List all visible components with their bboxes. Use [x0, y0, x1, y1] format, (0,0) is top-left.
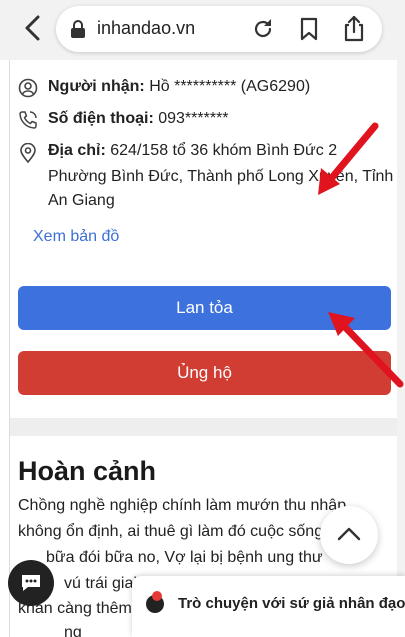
- address-text: Địa chỉ: 624/158 tổ 36 khóm Bình Đức 2: [48, 142, 337, 160]
- reload-icon[interactable]: [252, 18, 274, 40]
- address-bar[interactable]: inhandao.vn: [56, 6, 382, 52]
- lock-icon: [71, 20, 85, 38]
- person-icon: [18, 78, 38, 98]
- url-text: inhandao.vn: [97, 18, 196, 38]
- address-label: Địa chỉ:: [48, 142, 106, 159]
- page-right-edge: [397, 60, 405, 637]
- phone-icon: [19, 111, 37, 129]
- location-pin-icon: [20, 143, 36, 163]
- recipient-text: Người nhận: Hồ ********** (AG6290): [48, 78, 310, 96]
- story-line-3: bữa đói bữa no, Vợ lại bị bệnh ung thư: [46, 549, 323, 566]
- story-line-6: ng: [64, 624, 82, 637]
- bookmark-icon[interactable]: [300, 17, 318, 41]
- story-heading: Hoàn cảnh: [18, 456, 157, 486]
- story-line-1: Chồng nghề nghiệp chính làm mướn thu nhậ…: [18, 497, 347, 514]
- phone-label: Số điện thoại:: [48, 110, 154, 127]
- browser-toolbar: inhandao.vn: [0, 0, 405, 60]
- page-left-border: [9, 60, 10, 637]
- chevron-up-icon: [337, 527, 361, 541]
- chat-bubble-icon: [22, 575, 40, 591]
- chat-bar-label: Trò chuyện với sứ giả nhân đạo: [178, 595, 405, 612]
- recipient-label: Người nhận:: [48, 78, 145, 95]
- address-line-3: An Giang: [48, 192, 115, 209]
- recipient-value: Hồ ********** (AG6290): [149, 78, 311, 95]
- phone-text: Số điện thoại: 093*******: [48, 110, 229, 128]
- spread-button[interactable]: Lan tỏa: [18, 286, 391, 330]
- view-map-link[interactable]: Xem bản đồ: [33, 228, 119, 246]
- section-divider: [10, 418, 397, 436]
- chat-fab-button[interactable]: [8, 560, 54, 606]
- notification-dot: [152, 591, 162, 601]
- chat-bar[interactable]: Trò chuyện với sứ giả nhân đạo: [132, 576, 405, 637]
- address-line-2: Phường Bình Đức, Thành phố Long Xuyên, T…: [48, 168, 394, 185]
- story-line-2: không ổn định, ai thuê gì làm đó cuộc số…: [18, 523, 324, 540]
- story-line-4: vú trái giai: [64, 575, 137, 592]
- back-icon[interactable]: [20, 14, 46, 42]
- support-button[interactable]: Ủng hộ: [18, 351, 391, 395]
- address-line-1: 624/158 tổ 36 khóm Bình Đức 2: [110, 142, 338, 159]
- share-icon[interactable]: [343, 15, 365, 42]
- scroll-top-button[interactable]: [320, 506, 378, 564]
- phone-value: 093*******: [158, 110, 229, 127]
